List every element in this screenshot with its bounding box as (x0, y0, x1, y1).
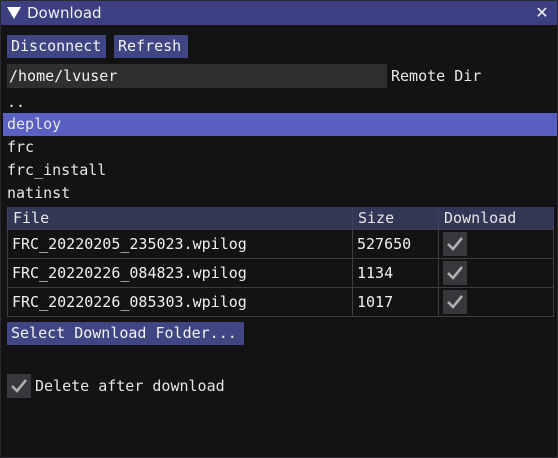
checkmark-icon (11, 379, 28, 393)
remote-dir-label: Remote Dir (391, 67, 482, 85)
delete-after-download-option[interactable]: Delete after download (7, 374, 225, 398)
window-title: Download (27, 4, 102, 22)
column-header-size: Size (352, 207, 439, 230)
delete-after-download-label: Delete after download (35, 377, 225, 395)
disconnect-button[interactable]: Disconnect (7, 35, 106, 58)
files-table: File Size Download FRC_20220205_235023.w… (7, 207, 554, 317)
download-checkbox[interactable] (443, 290, 467, 314)
dir-item-parent[interactable]: .. (1, 91, 557, 114)
dir-item-frc-install[interactable]: frc_install (1, 159, 557, 182)
table-header-row: File Size Download (7, 207, 554, 230)
table-row: FRC_20220226_085303.wpilog 1017 (7, 287, 554, 317)
remote-dir-input[interactable]: /home/lvuser (7, 64, 387, 88)
column-header-file: File (7, 207, 353, 230)
download-cell (438, 287, 554, 317)
dir-item-natinst[interactable]: natinst (1, 182, 557, 205)
triangle-down-icon[interactable] (7, 7, 21, 19)
file-size-cell: 1017 (352, 287, 439, 317)
checkmark-icon (447, 237, 464, 251)
download-cell (438, 229, 554, 259)
download-checkbox[interactable] (443, 232, 467, 256)
dir-item-frc[interactable]: frc (1, 136, 557, 159)
file-name-cell: FRC_20220226_084823.wpilog (7, 258, 353, 288)
download-checkbox[interactable] (443, 261, 467, 285)
checkmark-icon (447, 295, 464, 309)
column-header-download: Download (438, 207, 554, 230)
title-bar[interactable]: Download ✕ (1, 1, 557, 25)
table-row: FRC_20220205_235023.wpilog 527650 (7, 229, 554, 259)
download-window: Download ✕ Disconnect Refresh /home/lvus… (0, 0, 558, 458)
checkmark-icon (447, 266, 464, 280)
file-size-cell: 1134 (352, 258, 439, 288)
delete-after-download-checkbox[interactable] (7, 374, 31, 398)
close-icon[interactable]: ✕ (534, 5, 550, 21)
dir-item-deploy[interactable]: deploy (3, 113, 557, 136)
refresh-button[interactable]: Refresh (114, 35, 188, 58)
file-name-cell: FRC_20220226_085303.wpilog (7, 287, 353, 317)
download-cell (438, 258, 554, 288)
file-name-cell: FRC_20220205_235023.wpilog (7, 229, 353, 259)
table-row: FRC_20220226_084823.wpilog 1134 (7, 258, 554, 288)
file-size-cell: 527650 (352, 229, 439, 259)
select-download-folder-button[interactable]: Select Download Folder... (7, 322, 244, 345)
